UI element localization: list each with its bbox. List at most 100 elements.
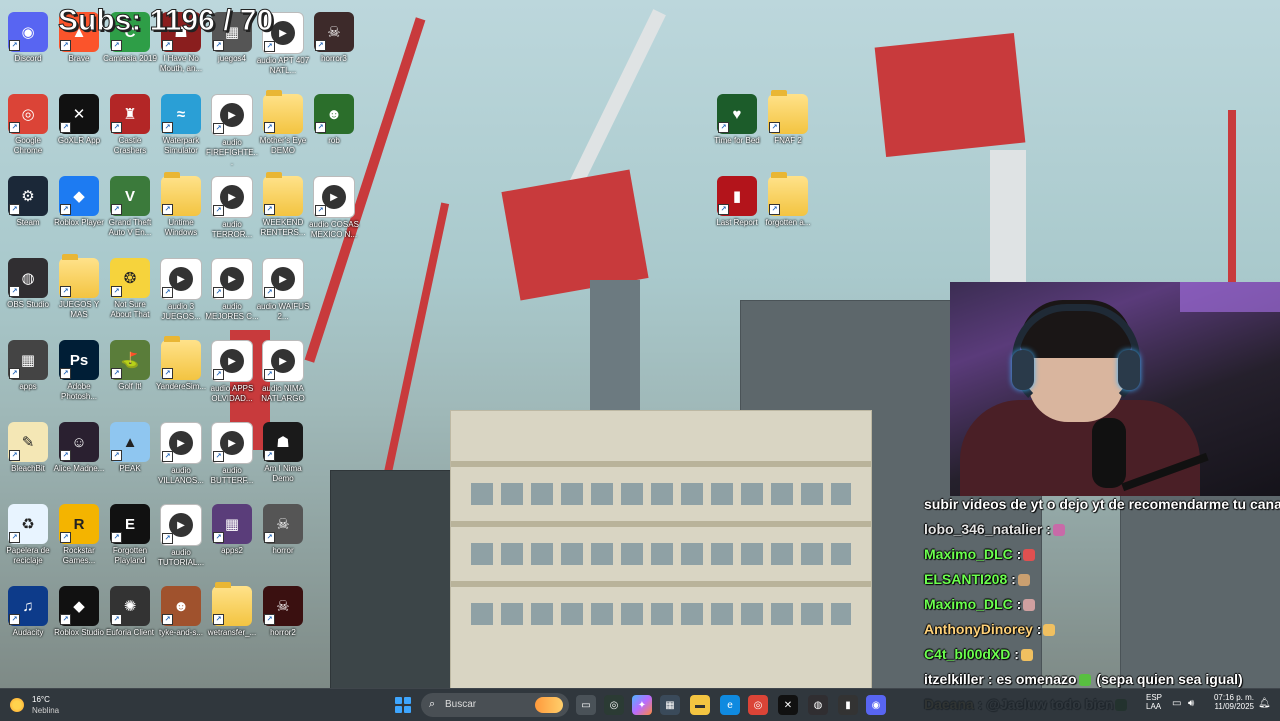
shortcut-arrow-icon: ↗ [60, 204, 71, 215]
chat-message: Maximo_DLC : [924, 596, 1037, 612]
obs-icon[interactable]: ◍ [808, 695, 828, 715]
chrome-icon[interactable]: ◎ [748, 695, 768, 715]
desktop-icon[interactable]: ⛳ ↗ Golf It! [102, 336, 158, 416]
desktop-icon[interactable]: ♥ ↗ Time for Bed [709, 90, 765, 170]
desktop-icon[interactable]: ↗ Mother's Eye DEMO [255, 90, 311, 170]
desktop-icon[interactable]: ☠ ↗ horror3 [306, 8, 362, 88]
folder-icon: ↗ [161, 336, 201, 380]
desktop-icon[interactable]: ◎ ↗ Google Chrome [0, 90, 56, 170]
desktop-icon[interactable]: ☗ ↗ Am I Nima Demo [255, 418, 311, 498]
desktop-icon[interactable]: ⚙ ↗ Steam [0, 172, 56, 252]
desktop-icon[interactable]: Ps ↗ Adobe Photosh... [51, 336, 107, 416]
notification-bell-icon[interactable]: 🔔︎ [1258, 698, 1271, 709]
desktop-icon[interactable]: ↗ YandereSim... [153, 336, 209, 416]
weather-widget[interactable]: 16°C Neblina [10, 693, 70, 717]
desktop-icon[interactable]: ▶ ↗ audio TERROR... [204, 172, 260, 252]
desktop-icon[interactable]: ▶ ↗ audio NIMA NATLARGO [255, 336, 311, 416]
desktop-icon[interactable]: ↗ forgotten a... [760, 172, 816, 252]
desktop-icon[interactable]: ↗ wetransfer_... [204, 582, 260, 662]
desktop-icon[interactable]: ▶ ↗ audio TUTORIAL... [153, 500, 209, 580]
desktop-icon[interactable]: ▶ ↗ audio WAIFUS 2... [255, 254, 311, 334]
desktop-icon[interactable]: ☺ ↗ Alice Madne... [51, 418, 107, 498]
desktop-icon[interactable]: ☻ ↗ rob [306, 90, 362, 170]
audio-file-icon: ▶ ↗ [262, 258, 304, 300]
desktop-icon-label: BleachBit [11, 464, 45, 473]
desktop-icon[interactable]: ☠ ↗ horror [255, 500, 311, 580]
xbox-icon[interactable]: ◎ [604, 695, 624, 715]
discord-taskbar-icon[interactable]: ◉ [866, 695, 886, 715]
desktop-icon[interactable]: E ↗ Forgotten Playland [102, 500, 158, 580]
app-icon: ≈ ↗ [161, 94, 201, 134]
copilot-icon[interactable]: ✦ [632, 695, 652, 715]
desktop-icon[interactable]: V ↗ Grand Theft Auto V En... [102, 172, 158, 252]
app-icon: E ↗ [110, 504, 150, 544]
desktop-icon[interactable]: ❂ ↗ Not Sure About That [102, 254, 158, 334]
shortcut-arrow-icon: ↗ [213, 40, 224, 51]
volume-icon[interactable]: 🔊︎ [1188, 698, 1194, 709]
desktop-icon[interactable]: ✎ ↗ BleachBit [0, 418, 56, 498]
language-indicator[interactable]: ESP LAA [1146, 693, 1162, 711]
audio-file-icon: ▶ ↗ [211, 340, 253, 382]
desktop-icon[interactable]: ▶ ↗ audio VILLANOS... [153, 418, 209, 498]
desktop-icon-label: Untime Windows [164, 218, 198, 237]
app-icon: ♜ ↗ [110, 94, 150, 134]
desktop-icon[interactable]: ▦ ↗ apps [0, 336, 56, 416]
shortcut-arrow-icon: ↗ [264, 287, 275, 298]
desktop-icon[interactable]: ▶ ↗ audio APPS OLVIDAD... [204, 336, 260, 416]
desktop-icon[interactable]: ▶ ↗ audio FIREFIGHTE... [204, 90, 260, 170]
audio-file-icon: ▶ ↗ [262, 340, 304, 382]
desktop-icon[interactable]: ▲ ↗ PEAK [102, 418, 158, 498]
desktop-icon[interactable]: ▦ ↗ apps2 [204, 500, 260, 580]
desktop-icon[interactable]: ◉ ↗ Discord [0, 8, 56, 88]
desktop-icon[interactable]: ↗ WEEKEND RENTERS... [255, 172, 311, 252]
desktop-icon[interactable]: ◆ ↗ Roblox Studio [51, 582, 107, 662]
desktop-icon[interactable]: ♫ ↗ Audacity [0, 582, 56, 662]
desktop-icon[interactable]: ♜ ↗ Castle Crashers [102, 90, 158, 170]
desktop-icon[interactable]: ☠ ↗ horror2 [255, 582, 311, 662]
desktop-icon[interactable]: ☻ ↗ tyke-and-s... [153, 582, 209, 662]
audio-file-icon: ▶ ↗ [313, 176, 355, 218]
desktop-icon[interactable]: R ↗ Rockstar Games... [51, 500, 107, 580]
desktop-icon[interactable]: ▮ ↗ Last Report [709, 172, 765, 252]
desktop-icon[interactable]: ▶ ↗ audio 3 JUEGOS... [153, 254, 209, 334]
shortcut-arrow-icon: ↗ [60, 450, 71, 461]
task-view-icon[interactable]: ▭ [576, 695, 596, 715]
audio-file-icon: ▶ ↗ [211, 176, 253, 218]
desktop-icon[interactable]: ◆ ↗ Roblox Player [51, 172, 107, 252]
edge-icon[interactable]: e [720, 695, 740, 715]
store-icon[interactable]: ▦ [660, 695, 680, 715]
app-icon-dark[interactable]: ▮ [838, 695, 858, 715]
desktop-icon[interactable]: ▶ ↗ audio COSAS MEXICO N... [306, 172, 362, 252]
shortcut-arrow-icon: ↗ [9, 532, 20, 543]
desktop-icon[interactable]: ✕ ↗ GoXLR App [51, 90, 107, 170]
shortcut-arrow-icon: ↗ [60, 40, 71, 51]
shortcut-arrow-icon: ↗ [213, 532, 224, 543]
goxlr-icon[interactable]: ✕ [778, 695, 798, 715]
desktop-icon[interactable]: ↗ JUEGOS Y MAS [51, 254, 107, 334]
app-icon: V ↗ [110, 176, 150, 216]
desktop-icon[interactable]: ▶ ↗ audio MEJORES C... [204, 254, 260, 334]
desktop-icon[interactable]: ↗ Untime Windows [153, 172, 209, 252]
clock[interactable]: 07:16 p. m. 11/09/2025 [1206, 693, 1254, 711]
desktop-icon-label: audio VILLANOS... [158, 466, 204, 485]
desktop-icon[interactable]: ≈ ↗ Waterpark Simulator [153, 90, 209, 170]
desktop-icon[interactable]: ◍ ↗ OBS Studio [0, 254, 56, 334]
desktop-icon-label: Alice Madne... [53, 464, 105, 473]
building-cream [450, 410, 872, 688]
folder-icon: ↗ [161, 172, 201, 216]
desktop-icon-label: horror [272, 546, 294, 555]
taskbar-search[interactable]: ⌕ Buscar [421, 693, 569, 717]
desktop-icon-label: WEEKEND RENTERS... [260, 218, 306, 237]
folder-icon: ↗ [768, 90, 808, 134]
desktop-icon[interactable]: ↗ FNAF 2 [760, 90, 816, 170]
desktop-icon[interactable]: ▶ ↗ audio BUTTERF... [204, 418, 260, 498]
app-icon: ♫ ↗ [8, 586, 48, 626]
desktop-icon[interactable]: ✺ ↗ Euforia Client [102, 582, 158, 662]
file-explorer-icon[interactable]: ▬ [690, 695, 710, 715]
shortcut-arrow-icon: ↗ [111, 532, 122, 543]
desktop-icon-label: audio TERROR... [211, 220, 253, 239]
network-icon[interactable]: ▭ [1172, 698, 1181, 709]
desktop-icon[interactable]: ♻ ↗ Papelera de reciclaje [0, 500, 56, 580]
start-button[interactable] [395, 697, 411, 713]
shortcut-arrow-icon: ↗ [9, 614, 20, 625]
